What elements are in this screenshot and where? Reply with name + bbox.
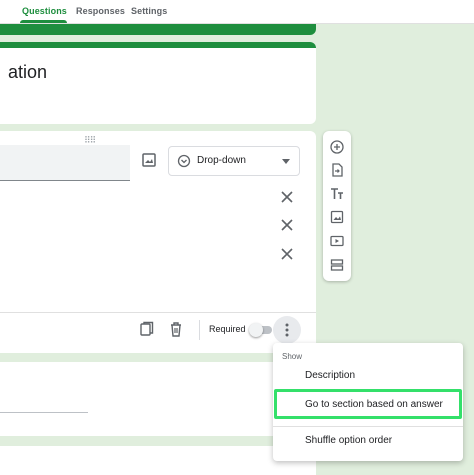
more-options-menu: Show Description Go to section based on … [273,343,463,461]
next-question-input-line [0,412,88,413]
required-toggle-thumb[interactable] [249,323,263,337]
title-card-accent [0,42,316,48]
question-title-input[interactable] [0,145,130,181]
duplicate-icon[interactable] [140,321,154,337]
following-question-card[interactable] [0,446,316,475]
form-theme-header [0,24,316,35]
remove-option-3-close-icon[interactable] [280,247,294,261]
question-type-select[interactable]: Drop-down [168,146,300,176]
tab-questions[interactable]: Questions [22,6,67,16]
menu-item-description[interactable]: Description [305,370,355,381]
add-section-icon[interactable] [330,258,344,272]
add-image-icon[interactable] [140,151,158,169]
menu-item-shuffle-options[interactable]: Shuffle option order [305,435,392,446]
import-questions-icon[interactable] [330,163,344,177]
menu-item-go-to-section[interactable]: Go to section based on answer [305,399,443,410]
chevron-down-icon [282,159,290,164]
footer-vertical-divider [199,320,200,340]
menu-header-show: Show [282,352,303,361]
question-type-label: Drop-down [197,155,246,166]
more-options-button[interactable] [273,316,301,344]
dropdown-type-icon [177,154,191,168]
add-question-icon[interactable] [330,140,344,154]
delete-icon[interactable] [169,321,183,337]
form-title-card[interactable] [0,42,316,124]
active-tab-indicator [20,20,67,23]
remove-option-2-close-icon[interactable] [280,218,294,232]
floating-toolbar [323,131,351,281]
more-vert-icon [285,323,289,337]
remove-option-1-close-icon[interactable] [280,190,294,204]
add-image-icon[interactable] [330,210,344,224]
add-video-icon[interactable] [330,234,344,248]
required-label: Required [209,324,246,334]
add-title-icon[interactable] [330,187,344,201]
tab-settings[interactable]: Settings [131,6,167,16]
question-footer-divider [0,312,316,313]
menu-divider [273,426,463,427]
tab-responses[interactable]: Responses [76,6,125,16]
form-title[interactable]: ation [8,62,47,83]
top-nav-bar: Questions Responses Settings [0,0,474,24]
next-question-card[interactable] [0,362,316,436]
